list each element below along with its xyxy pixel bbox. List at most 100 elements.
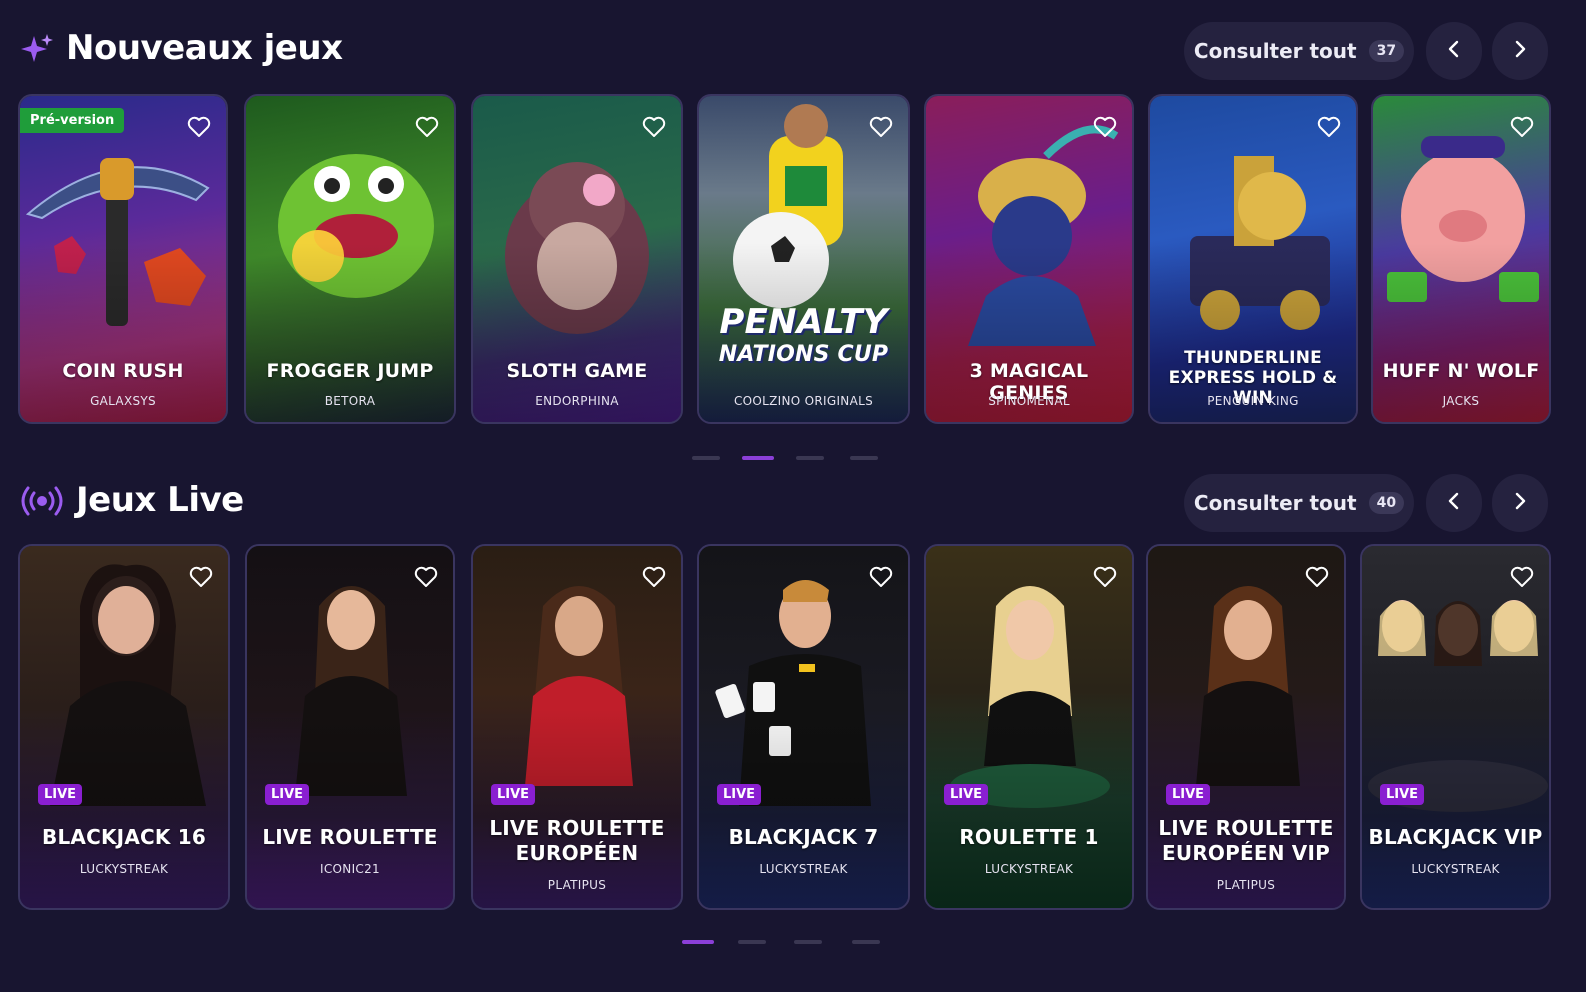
- favorite-heart-icon[interactable]: [1092, 564, 1118, 590]
- live-game-card[interactable]: LIVE Blackjack 16 LUCKYSTREAK: [18, 544, 230, 910]
- pager-dot[interactable]: [852, 940, 880, 944]
- broadcast-icon: [20, 484, 64, 518]
- carousel-next-button[interactable]: [1492, 474, 1548, 532]
- game-card[interactable]: PENALTY NATIONS CUP COOLZINO ORIGINALS: [697, 94, 910, 424]
- pager-dot[interactable]: [794, 940, 822, 944]
- sparkle-icon: [20, 32, 54, 66]
- live-badge: LIVE: [1380, 784, 1425, 805]
- game-provider: PLATIPUS: [1216, 878, 1276, 892]
- favorite-heart-icon[interactable]: [641, 114, 667, 140]
- game-provider: ENDORPHINA: [535, 394, 619, 408]
- game-provider: PLATIPUS: [547, 878, 607, 892]
- view-all-button[interactable]: Consulter tout 37: [1184, 22, 1414, 80]
- favorite-heart-icon[interactable]: [1304, 564, 1330, 590]
- game-provider: GALAXSYS: [90, 394, 156, 408]
- pager-dot[interactable]: [692, 456, 720, 460]
- game-title: Blackjack VIP: [1368, 825, 1543, 849]
- card-shade: [926, 708, 1132, 908]
- chevron-left-icon: [1443, 490, 1465, 516]
- carousel-prev-button[interactable]: [1426, 22, 1482, 80]
- game-title: Live Roulette Européen VIP: [1158, 816, 1334, 865]
- live-game-card[interactable]: LIVE Live Roulette ICONIC21: [245, 544, 455, 910]
- game-card[interactable]: 3 Magical Genies SPINOMENAL: [924, 94, 1134, 424]
- carousel-prev-button[interactable]: [1426, 474, 1482, 532]
- pager-dot[interactable]: [796, 456, 824, 460]
- game-card[interactable]: Sloth Game ENDORPHINA: [471, 94, 683, 424]
- live-game-card[interactable]: LIVE Blackjack VIP LUCKYSTREAK: [1360, 544, 1551, 910]
- card-shade: [247, 708, 453, 908]
- favorite-heart-icon[interactable]: [641, 564, 667, 590]
- game-provider: LUCKYSTREAK: [1411, 862, 1500, 876]
- live-games-carousel: LIVE Blackjack 16 LUCKYSTREAK LIVE Live …: [0, 544, 1586, 910]
- section-title: Nouveaux jeux: [66, 28, 343, 68]
- favorite-heart-icon[interactable]: [1509, 114, 1535, 140]
- new-games-header: Nouveaux jeux Consulter tout 37: [20, 22, 1566, 80]
- favorite-heart-icon[interactable]: [1316, 114, 1342, 140]
- chevron-right-icon: [1509, 38, 1531, 64]
- pager-dot[interactable]: [738, 940, 766, 944]
- new-games-carousel: Pré-version Coin Rush GALAXSYS: [0, 94, 1586, 424]
- game-card[interactable]: Thunderline Express Hold & Win PENGUIN K…: [1148, 94, 1358, 424]
- carousel-next-button[interactable]: [1492, 22, 1548, 80]
- view-all-label: Consulter tout: [1193, 491, 1357, 515]
- view-all-label: Consulter tout: [1193, 39, 1357, 63]
- live-badge: LIVE: [491, 784, 536, 805]
- game-provider: SPINOMENAL: [988, 394, 1070, 408]
- live-game-card[interactable]: LIVE Live Roulette Européen VIP PLATIPUS: [1146, 544, 1346, 910]
- game-title: Coin Rush: [62, 360, 184, 382]
- game-title: Huff N' Wolf: [1382, 360, 1540, 382]
- game-provider: LUCKYSTREAK: [79, 862, 169, 876]
- game-title: Frogger Jump: [266, 360, 434, 382]
- game-title: Live Roulette Européen: [489, 816, 665, 865]
- favorite-heart-icon[interactable]: [413, 564, 439, 590]
- live-game-card[interactable]: LIVE Blackjack 7 LUCKYSTREAK: [697, 544, 910, 910]
- game-provider: COOLZINO ORIGINALS: [734, 394, 873, 408]
- favorite-heart-icon[interactable]: [868, 564, 894, 590]
- favorite-heart-icon[interactable]: [414, 114, 440, 140]
- live-game-card[interactable]: LIVE Live Roulette Européen PLATIPUS: [471, 544, 683, 910]
- game-card[interactable]: Pré-version Coin Rush GALAXSYS: [18, 94, 228, 424]
- chevron-left-icon: [1443, 38, 1465, 64]
- live-game-card[interactable]: LIVE Roulette 1 LUCKYSTREAK: [924, 544, 1134, 910]
- live-badge: LIVE: [1166, 784, 1211, 805]
- pager-dot-active[interactable]: [742, 456, 774, 460]
- carousel-pager: [0, 456, 1586, 462]
- game-provider: LUCKYSTREAK: [759, 862, 848, 876]
- live-badge: LIVE: [717, 784, 762, 805]
- games-count-badge: 40: [1368, 492, 1405, 514]
- game-title: Blackjack 7: [728, 825, 879, 849]
- game-provider: BETORA: [324, 394, 376, 408]
- game-logo-line-1: PENALTY: [719, 302, 888, 342]
- favorite-heart-icon[interactable]: [188, 564, 214, 590]
- live-badge: LIVE: [944, 784, 989, 805]
- pager-dot[interactable]: [850, 456, 878, 460]
- view-all-button[interactable]: Consulter tout 40: [1184, 474, 1414, 532]
- live-badge: LIVE: [38, 784, 83, 805]
- game-title: Roulette 1: [959, 825, 1099, 849]
- game-card[interactable]: Frogger Jump BETORA: [244, 94, 456, 424]
- games-count-badge: 37: [1368, 40, 1405, 62]
- card-shade: [20, 708, 228, 908]
- game-card[interactable]: Huff N' Wolf JACKS: [1371, 94, 1551, 424]
- pager-dot-active[interactable]: [682, 940, 714, 944]
- game-title: Sloth Game: [506, 360, 648, 382]
- carousel-pager: [0, 940, 1586, 946]
- card-shade: [1362, 708, 1549, 908]
- game-logo-line-2: NATIONS CUP: [718, 342, 889, 367]
- game-provider: JACKS: [1442, 394, 1480, 408]
- game-provider: LUCKYSTREAK: [984, 862, 1074, 876]
- favorite-heart-icon[interactable]: [1092, 114, 1118, 140]
- live-games-header: Jeux Live Consulter tout 40: [20, 474, 1566, 532]
- live-badge: LIVE: [265, 784, 310, 805]
- favorite-heart-icon[interactable]: [186, 114, 212, 140]
- favorite-heart-icon[interactable]: [1509, 564, 1535, 590]
- section-title: Jeux Live: [76, 480, 244, 520]
- game-provider: PENGUIN KING: [1207, 394, 1299, 408]
- game-title: Live Roulette: [262, 825, 438, 849]
- game-provider: ICONIC21: [320, 862, 380, 876]
- favorite-heart-icon[interactable]: [868, 114, 894, 140]
- card-shade: [699, 708, 908, 908]
- chevron-right-icon: [1509, 490, 1531, 516]
- prerelease-badge: Pré-version: [20, 108, 125, 133]
- game-title: Blackjack 16: [42, 825, 206, 849]
